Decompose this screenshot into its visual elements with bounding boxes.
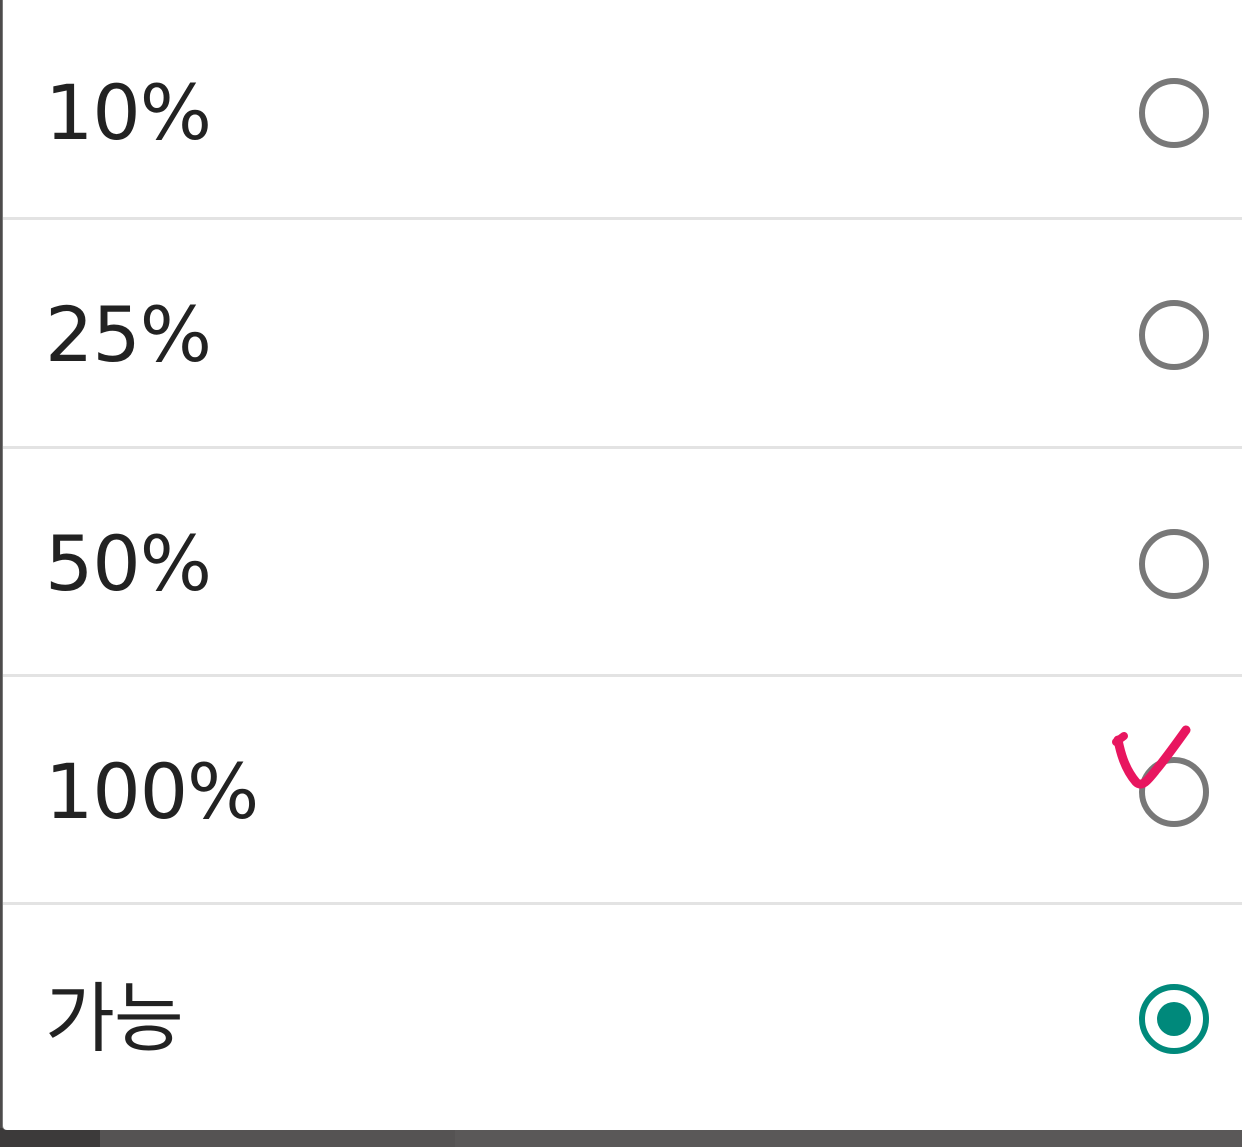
- option-label: 25%: [45, 290, 212, 379]
- option-25-percent[interactable]: 25%: [3, 222, 1242, 448]
- radio-button-unchecked-icon[interactable]: [1139, 78, 1209, 148]
- option-100-percent[interactable]: 100%: [3, 679, 1242, 905]
- radio-option-dialog: 10% 25% 50% 100% 가능: [3, 0, 1242, 1130]
- divider: [3, 446, 1242, 449]
- option-label: 10%: [45, 68, 212, 157]
- option-50-percent[interactable]: 50%: [3, 451, 1242, 677]
- option-label: 50%: [45, 519, 212, 608]
- divider: [3, 217, 1242, 220]
- radio-selected-dot-icon: [1157, 1002, 1191, 1036]
- radio-button-unchecked-icon[interactable]: [1139, 757, 1209, 827]
- radio-button-unchecked-icon[interactable]: [1139, 529, 1209, 599]
- option-available[interactable]: 가능: [3, 906, 1242, 1132]
- divider: [3, 674, 1242, 677]
- option-label: 가능: [45, 974, 184, 1063]
- option-10-percent[interactable]: 10%: [3, 0, 1242, 226]
- option-label: 100%: [45, 747, 259, 836]
- radio-button-unchecked-icon[interactable]: [1139, 300, 1209, 370]
- divider: [3, 902, 1242, 905]
- radio-button-checked-icon[interactable]: [1139, 984, 1209, 1054]
